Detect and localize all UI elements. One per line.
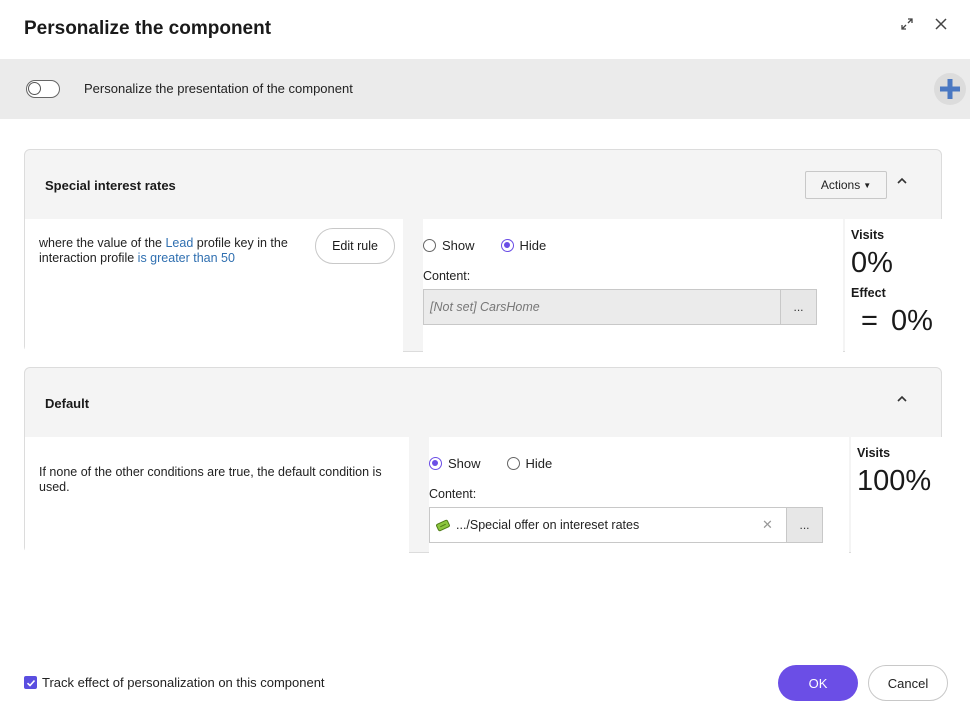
show-label: Show — [442, 238, 475, 253]
checkbox-checked-icon — [24, 676, 37, 689]
visits-label: Visits — [851, 228, 885, 242]
content-item-icon — [436, 519, 450, 531]
edit-rule-button[interactable]: Edit rule — [315, 228, 395, 264]
cancel-button[interactable]: Cancel — [868, 665, 948, 701]
radio-dot-selected — [429, 457, 442, 470]
show-hide-group: Show Hide — [423, 238, 572, 253]
hide-label: Hide — [525, 456, 553, 471]
operator-link[interactable]: is greater than 50 — [138, 251, 235, 265]
content-label: Content: — [429, 487, 477, 501]
toggle-knob — [28, 82, 41, 95]
effect-label: Effect — [851, 286, 886, 300]
show-label: Show — [448, 456, 481, 471]
rule-title: Special interest rates — [45, 178, 176, 193]
actions-label: Actions — [820, 178, 861, 192]
track-effect-checkbox[interactable]: Track effect of personalization on this … — [24, 675, 325, 690]
radio-dot-selected — [500, 239, 514, 252]
visits-label: Visits — [857, 446, 891, 460]
content-panel: Show Hide Content: .../Special offer on … — [429, 437, 849, 553]
hide-label: Hide — [519, 238, 547, 253]
collapse-chevron-icon[interactable] — [892, 171, 912, 191]
radio-dot — [423, 239, 436, 252]
show-radio[interactable]: Show — [429, 456, 481, 471]
condition-text: If none of the other conditions are true… — [39, 465, 382, 494]
stats-panel: Visits 0% Effect = 0% — [845, 219, 942, 352]
condition-prefix: where the value of the — [39, 236, 166, 250]
track-effect-label: Track effect of personalization on this … — [42, 675, 325, 690]
stats-panel: Visits 100% — [851, 437, 942, 553]
show-hide-group: Show Hide — [429, 456, 578, 471]
condition-panel: If none of the other conditions are true… — [25, 437, 409, 553]
expand-icon[interactable] — [897, 14, 917, 34]
dialog-title: Personalize the component — [24, 18, 272, 39]
show-radio[interactable]: Show — [423, 238, 475, 253]
personalize-toggle[interactable] — [26, 80, 60, 98]
content-value: [Not set] CarsHome — [430, 300, 540, 314]
add-condition-button[interactable] — [934, 73, 966, 105]
content-field[interactable]: .../Special offer on intereset rates ✕ .… — [429, 507, 823, 543]
rule-card-special-interest: Special interest rates Actions ▼ where th… — [24, 149, 942, 352]
hide-radio[interactable]: Hide — [506, 456, 553, 471]
browse-content-button[interactable]: ... — [786, 508, 822, 542]
clear-content-icon[interactable]: ✕ — [762, 517, 778, 533]
profile-key-link[interactable]: Lead — [165, 236, 193, 250]
browse-content-button[interactable]: ... — [780, 290, 816, 324]
effect-value: 0% — [891, 305, 933, 337]
visits-value: 0% — [851, 247, 893, 279]
radio-dot — [506, 457, 520, 470]
content-label: Content: — [423, 269, 471, 283]
rule-card-default: Default If none of the other conditions … — [24, 367, 942, 553]
content-field[interactable]: [Not set] CarsHome ... — [423, 289, 817, 325]
caret-down-icon: ▼ — [863, 180, 872, 190]
ok-button[interactable]: OK — [778, 665, 858, 701]
effect-sign: = — [861, 305, 878, 337]
personalize-label: Personalize the presentation of the comp… — [84, 81, 353, 96]
hide-radio[interactable]: Hide — [500, 238, 547, 253]
condition-text: where the value of the Lead profile key … — [39, 236, 304, 266]
content-panel: Show Hide Content: [Not set] CarsHome ..… — [423, 219, 843, 352]
actions-dropdown[interactable]: Actions ▼ — [805, 171, 887, 199]
close-icon[interactable] — [931, 14, 951, 34]
visits-value: 100% — [857, 465, 932, 497]
content-value-wrap: .../Special offer on intereset rates — [430, 518, 762, 532]
content-value: .../Special offer on intereset rates — [456, 518, 640, 532]
rule-title: Default — [45, 396, 90, 411]
plus-icon — [940, 79, 960, 99]
personalize-banner: Personalize the presentation of the comp… — [0, 59, 970, 119]
collapse-chevron-icon[interactable] — [892, 389, 912, 409]
condition-panel: where the value of the Lead profile key … — [25, 219, 403, 352]
